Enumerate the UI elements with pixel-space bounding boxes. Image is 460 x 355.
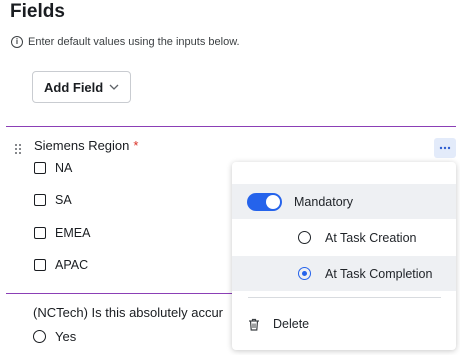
checkbox[interactable] bbox=[34, 162, 46, 174]
field-label-nctech: (NCTech) Is this absolutely accur bbox=[33, 305, 224, 320]
field-label-text: Siemens Region bbox=[34, 138, 130, 153]
menu-item-at-task-completion[interactable]: At Task Completion bbox=[232, 256, 456, 291]
menu-separator bbox=[248, 297, 441, 298]
info-icon: i bbox=[11, 36, 23, 48]
menu-item-delete[interactable]: Delete bbox=[232, 308, 456, 340]
mandatory-toggle[interactable] bbox=[247, 192, 282, 211]
checkbox-option-na[interactable]: NA bbox=[34, 161, 72, 175]
checkbox[interactable] bbox=[34, 227, 46, 239]
more-options-button[interactable] bbox=[434, 138, 456, 158]
info-line: i Enter default values using the inputs … bbox=[11, 36, 240, 48]
drag-handle-icon[interactable] bbox=[14, 143, 22, 155]
menu-item-mandatory[interactable]: Mandatory bbox=[232, 184, 456, 219]
menu-item-label: Delete bbox=[273, 317, 310, 331]
more-horizontal-icon bbox=[439, 146, 451, 150]
add-field-label: Add Field bbox=[44, 79, 104, 95]
add-field-button[interactable]: Add Field bbox=[32, 71, 131, 103]
radio-button-selected[interactable] bbox=[298, 267, 311, 280]
field-label-siemens-region: Siemens Region * bbox=[34, 138, 138, 153]
trash-icon bbox=[249, 318, 259, 331]
option-label: Yes bbox=[55, 329, 77, 344]
required-asterisk: * bbox=[133, 138, 139, 153]
option-label: APAC bbox=[55, 258, 89, 272]
info-text: Enter default values using the inputs be… bbox=[28, 36, 240, 48]
checkbox-option-emea[interactable]: EMEA bbox=[34, 226, 90, 240]
radio-button[interactable] bbox=[298, 231, 311, 244]
checkbox[interactable] bbox=[34, 194, 46, 206]
menu-item-label: Mandatory bbox=[294, 194, 354, 209]
toggle-knob bbox=[266, 194, 280, 209]
radio-button[interactable] bbox=[33, 330, 46, 343]
option-label: NA bbox=[55, 161, 73, 175]
checkbox[interactable] bbox=[34, 259, 46, 271]
chevron-down-icon bbox=[109, 84, 119, 90]
checkbox-option-apac[interactable]: APAC bbox=[34, 258, 88, 272]
field-options-menu: Mandatory At Task Creation At Task Compl… bbox=[232, 162, 456, 350]
option-label: EMEA bbox=[55, 226, 91, 240]
menu-item-label: At Task Creation bbox=[325, 230, 417, 245]
option-label: SA bbox=[55, 193, 72, 207]
radio-option-yes[interactable]: Yes bbox=[33, 329, 76, 344]
checkbox-option-sa[interactable]: SA bbox=[34, 193, 72, 207]
menu-item-at-task-creation[interactable]: At Task Creation bbox=[232, 220, 456, 255]
field-divider-top bbox=[6, 126, 456, 127]
menu-item-label: At Task Completion bbox=[325, 266, 433, 281]
page-title: Fields bbox=[10, 1, 65, 22]
